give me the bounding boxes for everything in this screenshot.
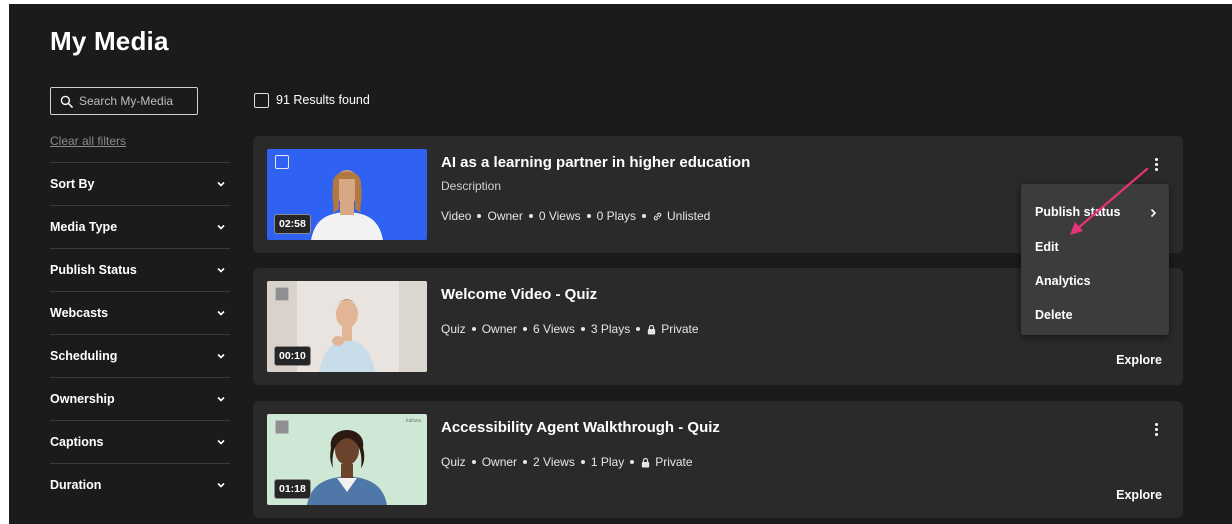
entry-type: Video — [441, 209, 472, 223]
page-title: My Media — [50, 26, 169, 56]
filter-label: Ownership — [50, 392, 115, 406]
filter-label: Media Type — [50, 220, 118, 234]
clear-filters-link[interactable]: Clear all filters — [50, 134, 126, 148]
more-actions-icon[interactable] — [1149, 421, 1163, 439]
entry-status: Private — [661, 322, 699, 336]
entry-role: Owner — [487, 209, 523, 223]
entry-description: Description — [441, 179, 502, 193]
entry-role: Owner — [481, 322, 518, 336]
chevron-down-icon — [217, 310, 225, 316]
entry-select-checkbox[interactable] — [275, 420, 289, 434]
chevron-down-icon — [217, 439, 225, 445]
entry-plays: 3 Plays — [590, 322, 631, 336]
menu-item-publish-status[interactable]: Publish status — [1035, 205, 1120, 219]
results-count: 91 Results found — [276, 93, 370, 107]
chevron-right-icon — [1150, 208, 1157, 218]
filter-label: Duration — [50, 478, 102, 492]
entry-meta: Quiz Owner 2 Views 1 Play Private — [441, 455, 693, 469]
entry-select-checkbox[interactable] — [275, 287, 289, 301]
explore-button[interactable]: Explore — [1116, 488, 1162, 502]
filter-webcasts[interactable]: Webcasts — [50, 291, 230, 334]
entry-select-checkbox[interactable] — [275, 155, 289, 169]
entry-status: Private — [655, 455, 693, 469]
filter-label: Publish Status — [50, 263, 137, 277]
duration-badge: 00:10 — [274, 346, 311, 366]
search-box[interactable] — [50, 87, 198, 115]
media-entry-card[interactable]: 01:18 kaltura Accessibility Agent Walkth… — [253, 401, 1183, 518]
chevron-down-icon — [217, 267, 225, 273]
chevron-down-icon — [217, 396, 225, 402]
filter-label: Sort By — [50, 177, 95, 191]
select-all-checkbox[interactable] — [254, 93, 269, 108]
entry-views: 6 Views — [533, 322, 575, 336]
chevron-down-icon — [217, 353, 225, 359]
entry-type: Quiz — [441, 322, 466, 336]
app-window: My Media Clear all filters Sort By Media… — [9, 4, 1232, 524]
filter-sort-by[interactable]: Sort By — [50, 162, 230, 205]
filter-duration[interactable]: Duration — [50, 463, 230, 506]
menu-item-edit[interactable]: Edit — [1035, 240, 1059, 254]
filter-list: Sort By Media Type Publish Status Webcas… — [50, 162, 230, 506]
entry-views: 0 Views — [538, 209, 581, 223]
link-icon — [653, 212, 662, 220]
chevron-down-icon — [217, 482, 225, 488]
filter-media-type[interactable]: Media Type — [50, 205, 230, 248]
entry-status: Unlisted — [667, 209, 711, 223]
duration-badge: 02:58 — [274, 214, 311, 234]
menu-item-analytics[interactable]: Analytics — [1035, 274, 1091, 288]
entry-actions-menu: Publish status Edit Analytics Delete — [1021, 184, 1169, 335]
entry-title[interactable]: Accessibility Agent Walkthrough - Quiz — [441, 419, 720, 436]
entry-title[interactable]: AI as a learning partner in higher educa… — [441, 154, 750, 171]
filter-captions[interactable]: Captions — [50, 420, 230, 463]
filter-scheduling[interactable]: Scheduling — [50, 334, 230, 377]
entry-role: Owner — [481, 455, 518, 469]
entry-thumbnail[interactable]: 02:58 — [267, 149, 427, 240]
filter-label: Scheduling — [50, 349, 118, 363]
lock-icon — [642, 457, 650, 468]
entry-thumbnail[interactable]: 01:18 kaltura — [267, 414, 427, 505]
search-icon — [60, 95, 73, 108]
entry-plays: 0 Plays — [596, 209, 636, 223]
chevron-down-icon — [217, 181, 225, 187]
filter-publish-status[interactable]: Publish Status — [50, 248, 230, 291]
search-input[interactable] — [79, 94, 189, 108]
thumbnail-watermark: kaltura — [405, 418, 421, 424]
chevron-down-icon — [217, 224, 225, 230]
entry-title[interactable]: Welcome Video - Quiz — [441, 286, 597, 303]
entry-type: Quiz — [441, 455, 466, 469]
entry-meta: Video Owner 0 Views 0 Plays Unlisted — [441, 209, 710, 223]
more-actions-icon[interactable] — [1149, 156, 1163, 174]
duration-badge: 01:18 — [274, 479, 311, 499]
entry-views: 2 Views — [533, 455, 575, 469]
filter-label: Webcasts — [50, 306, 109, 320]
menu-item-delete[interactable]: Delete — [1035, 308, 1073, 322]
filter-ownership[interactable]: Ownership — [50, 377, 230, 420]
explore-button[interactable]: Explore — [1116, 353, 1162, 367]
entry-thumbnail[interactable]: 00:10 — [267, 281, 427, 372]
lock-icon — [648, 324, 656, 335]
entry-plays: 1 Play — [590, 455, 625, 469]
entry-meta: Quiz Owner 6 Views 3 Plays Private — [441, 322, 699, 336]
filter-label: Captions — [50, 435, 104, 449]
